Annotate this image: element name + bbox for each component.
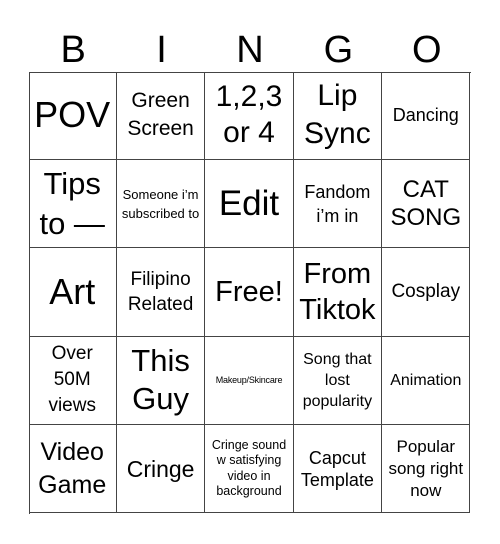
cell-label: Cringe sound w satisfying video in backg…: [211, 437, 287, 499]
bingo-cell[interactable]: Cosplay: [382, 248, 471, 337]
bingo-cell[interactable]: Filipino Related: [116, 248, 206, 337]
cell-label: Popular song right now: [388, 436, 464, 500]
cell-label: Capcut Template: [300, 447, 374, 490]
bingo-cell[interactable]: Song that lost popularity: [293, 336, 383, 426]
bingo-cell[interactable]: Cringe: [116, 425, 206, 514]
cell-label: Animation: [390, 371, 462, 389]
bingo-cell[interactable]: Cringe sound w satisfying video in backg…: [205, 425, 294, 514]
cell-label: Filipino Related: [127, 268, 194, 315]
cell-label: This Guy: [131, 343, 190, 417]
cell-label: Song that lost popularity: [302, 350, 373, 410]
bingo-cell[interactable]: Video Game: [28, 425, 117, 514]
bingo-grid: POV Green Screen 1,2,3 or 4 Lip Sync Dan…: [28, 71, 471, 514]
cell-label: Edit: [218, 183, 280, 223]
header-letter-o: O: [412, 29, 442, 71]
bingo-header: B I N G O: [29, 28, 471, 72]
cell-label: Fandom i’m in: [304, 181, 371, 226]
bingo-cell[interactable]: Green Screen: [116, 71, 206, 160]
bingo-cell[interactable]: Edit: [205, 159, 294, 249]
cell-label: From Tiktok: [299, 257, 376, 326]
bingo-cell[interactable]: Tips to —: [28, 159, 117, 249]
bingo-cell[interactable]: Dancing: [382, 71, 471, 160]
header-letter-b: B: [60, 29, 86, 71]
bingo-cell[interactable]: From Tiktok: [293, 248, 383, 337]
header-letter-i: I: [156, 29, 167, 71]
bingo-cell[interactable]: CAT SONG: [382, 159, 471, 249]
cell-label: 1,2,3 or 4: [215, 80, 283, 150]
bingo-cell[interactable]: Makeup/Skincare: [205, 336, 294, 426]
cell-label: Tips to —: [39, 165, 105, 241]
bingo-cell[interactable]: Art: [28, 248, 117, 337]
bingo-cell[interactable]: Someone i’m subscribed to: [116, 159, 206, 249]
cell-label: Over 50M views: [48, 343, 96, 417]
header-letter-g: G: [323, 29, 354, 71]
cell-label: Cringe: [126, 455, 195, 482]
cell-label: Green Screen: [127, 89, 194, 141]
cell-label: CAT SONG: [390, 175, 462, 231]
bingo-cell[interactable]: Free!: [205, 248, 294, 337]
cell-label: Video Game: [38, 437, 107, 499]
bingo-cell[interactable]: Fandom i’m in: [293, 159, 383, 249]
bingo-cell[interactable]: 1,2,3 or 4: [205, 71, 294, 160]
cell-label: Someone i’m subscribed to: [121, 186, 200, 221]
bingo-cell[interactable]: POV: [28, 71, 117, 160]
bingo-cell[interactable]: Capcut Template: [293, 425, 383, 514]
cell-label: POV: [34, 94, 111, 136]
bingo-cell[interactable]: Over 50M views: [28, 336, 117, 426]
cell-label: Free!: [215, 275, 283, 308]
cell-label: Art: [49, 270, 96, 312]
bingo-cell[interactable]: Popular song right now: [382, 425, 471, 514]
bingo-cell[interactable]: Animation: [382, 336, 471, 426]
cell-label: Dancing: [392, 105, 459, 126]
cell-label: Cosplay: [391, 280, 461, 302]
header-letter-n: N: [236, 29, 264, 71]
cell-label: Lip Sync: [304, 79, 371, 151]
bingo-cell[interactable]: Lip Sync: [293, 71, 383, 160]
bingo-cell[interactable]: This Guy: [116, 336, 206, 426]
cell-label: Makeup/Skincare: [215, 375, 283, 386]
